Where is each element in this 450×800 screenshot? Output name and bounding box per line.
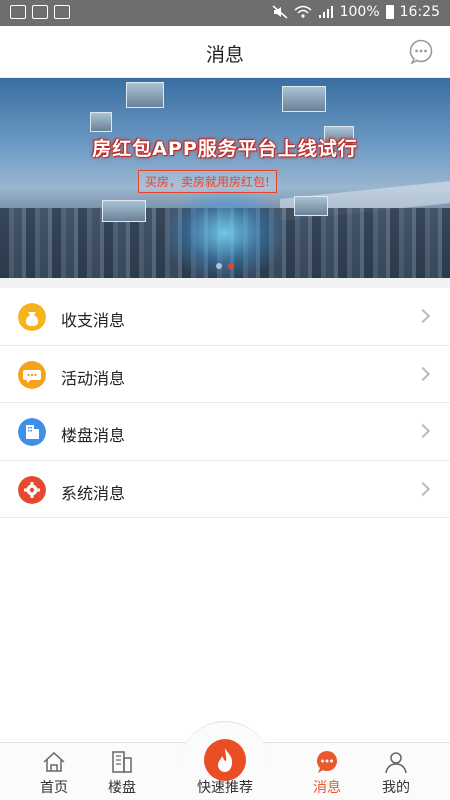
promo-banner[interactable]: 房红包APP服务平台上线试行 买房，卖房就用房红包! <box>0 78 450 278</box>
tab-property[interactable]: 楼盘 <box>88 743 156 800</box>
section-divider <box>0 278 450 288</box>
page-title: 消息 <box>205 44 244 66</box>
battery-percent: 100% <box>339 4 380 20</box>
building-photo <box>294 196 328 216</box>
status-bar: 100% 16:25 <box>0 0 450 26</box>
gallery-notification-icon <box>10 5 26 19</box>
tab-label: 快速推荐 <box>197 780 253 796</box>
clock: 16:25 <box>399 4 440 20</box>
speech-bubble-icon <box>18 360 46 389</box>
row-label: 系统消息 <box>61 483 126 503</box>
banner-subline: 买房，卖房就用房红包! <box>138 170 277 193</box>
pagination-dot[interactable] <box>216 263 222 269</box>
battery-icon <box>385 5 394 19</box>
tab-mine[interactable]: 我的 <box>362 743 430 800</box>
tab-messages[interactable]: 消息 <box>293 743 361 800</box>
tab-label: 消息 <box>313 780 341 796</box>
bottom-tab-bar: 首页 楼盘 快速推荐 消息 我的 <box>0 721 450 800</box>
tab-label: 首页 <box>40 780 68 796</box>
building-photo <box>90 112 112 132</box>
message-category-list: 收支消息 活动消息 楼盘消息 系统消息 <box>0 288 450 518</box>
chevron-right-icon <box>415 481 431 496</box>
building-icon <box>18 418 46 446</box>
message-row-activity[interactable]: 活动消息 <box>0 345 450 403</box>
pagination-dot-active[interactable] <box>228 263 234 269</box>
card-notification-icon <box>54 5 70 19</box>
message-row-income-expense[interactable]: 收支消息 <box>0 288 450 346</box>
building-photo <box>126 82 164 108</box>
gear-icon <box>18 475 46 504</box>
chevron-right-icon <box>415 423 431 439</box>
row-label: 活动消息 <box>61 368 126 388</box>
notification-icons <box>10 5 70 19</box>
message-icon <box>317 751 337 773</box>
chat-bubble-icon[interactable] <box>408 39 434 65</box>
tab-home[interactable]: 首页 <box>20 743 88 800</box>
message-row-property[interactable]: 楼盘消息 <box>0 403 450 461</box>
chevron-right-icon <box>415 308 431 324</box>
bag-notification-icon <box>32 5 48 19</box>
tab-label: 楼盘 <box>108 780 136 796</box>
top-bar: 消息 <box>0 26 450 78</box>
user-icon <box>385 752 407 774</box>
tab-quick-recommend[interactable]: 快速推荐 <box>178 743 272 800</box>
banner-headline: 房红包APP服务平台上线试行 <box>92 138 358 160</box>
mute-icon <box>272 5 288 19</box>
building-icon <box>112 751 132 773</box>
messages-screen: 100% 16:25 消息 房红包APP服务平台上线试行 买房，卖房就用房红包! <box>0 0 450 800</box>
banner-pagination <box>0 263 450 269</box>
status-right: 100% 16:25 <box>272 4 440 20</box>
wifi-icon <box>294 5 312 18</box>
row-label: 楼盘消息 <box>61 426 126 445</box>
tab-label: 我的 <box>382 780 410 796</box>
message-row-system[interactable]: 系统消息 <box>0 460 450 518</box>
chevron-right-icon <box>415 366 431 381</box>
signal-icon <box>318 6 333 18</box>
building-photo <box>282 86 326 112</box>
home-icon <box>43 751 65 772</box>
money-bag-icon <box>18 303 46 331</box>
row-label: 收支消息 <box>61 311 126 330</box>
building-photo <box>102 200 146 222</box>
